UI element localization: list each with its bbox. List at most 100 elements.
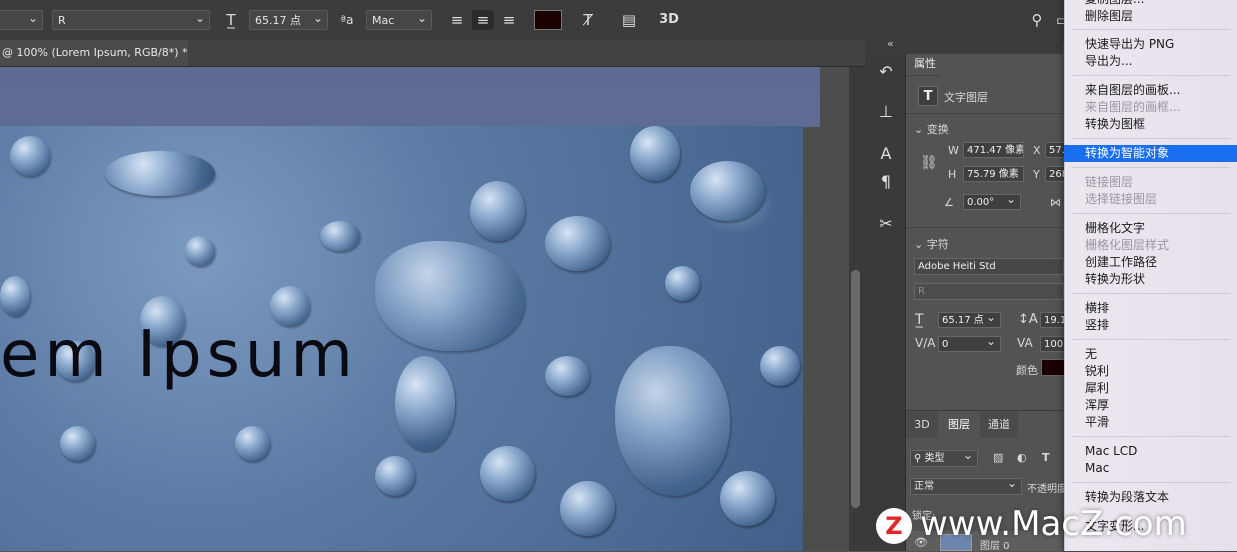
stamp-icon[interactable]: ⊥ [876,102,896,122]
menu-item-create-work-path[interactable]: 创建工作路径 [1085,254,1157,271]
menu-item-aa-crisp[interactable]: 犀利 [1085,380,1109,397]
warp-text-icon[interactable]: Ⱦ [577,10,599,30]
menu-item-aa-none[interactable]: 无 [1085,346,1097,363]
blend-mode-select[interactable]: 正常 [910,478,1022,495]
flip-icon[interactable]: ⋈ [1050,196,1061,209]
size-value: 65.17 点 [942,315,984,326]
font-size-icon: T̲ [226,11,236,29]
size-icon: T̲ [915,312,924,328]
font-style-field[interactable]: R [914,283,1064,300]
menu-item-horizontal[interactable]: 横排 [1085,300,1109,317]
watermark: Z www.MacZ.com [876,502,1237,551]
tab-properties[interactable]: 属性 [906,54,940,76]
size-field[interactable]: 65.17 点 [938,312,1001,328]
menu-item-aa-smooth[interactable]: 平滑 [1085,414,1109,431]
font-size-value: 65.17 点 [255,14,301,27]
menu-item-select-linked-layers: 选择链接图层 [1085,192,1158,206]
canvas-image-top [0,67,820,127]
character-color-swatch[interactable] [1041,359,1065,376]
character-icon[interactable]: A [876,144,896,164]
menu-item-quick-export-png[interactable]: 快速导出为 PNG [1085,36,1174,53]
antialias-select[interactable]: Mac [366,8,432,30]
antialias-icon: ªa [340,13,354,27]
character-title: 字符 [926,238,949,251]
menu-item-convert-to-shape[interactable]: 转换为形状 [1085,271,1145,288]
type-filter-icon[interactable]: T [1042,451,1050,464]
menu-item-aa-sharp[interactable]: 锐利 [1085,363,1109,380]
angle-field[interactable]: 0.00° [963,194,1021,210]
layer-filter-select[interactable]: ⚲ 类型 [910,450,978,467]
vertical-scroll-thumb[interactable] [851,270,860,508]
text-color-swatch[interactable] [534,10,562,30]
menu-item-delete-layer[interactable]: 删除图层 [1085,8,1133,25]
font-style-select[interactable]: R [52,8,210,30]
tracking-field[interactable]: 100 [1040,336,1065,352]
collapse-icon[interactable]: « [887,37,894,50]
link-icon[interactable]: ⛓ [920,155,938,171]
menu-item-frame-from-layers: 来自图层的画框... [1085,100,1181,114]
image-filter-icon[interactable]: ▨ [993,451,1003,464]
font-family-select[interactable] [0,8,43,30]
history-icon[interactable]: ↶ [876,62,896,82]
kerning-value: 0 [942,339,949,350]
layer-filter-value: 类型 [924,453,945,464]
paragraph-icon[interactable]: ¶ [876,172,896,192]
align-left-icon[interactable]: ≡ [446,10,468,30]
font-size-field[interactable]: 65.17 点 [249,8,328,30]
x-field[interactable]: 57.0 [1045,142,1065,158]
align-center-icon[interactable]: ≡ [472,10,494,30]
kerning-field[interactable]: 0 [938,336,1001,352]
menu-item-artboard-from-layers[interactable]: 来自图层的画板... [1085,82,1180,99]
width-field[interactable]: 471.47 像素 [963,142,1024,158]
character-panel-icon[interactable]: ▤ [618,10,640,30]
canvas-text-layer[interactable]: em Ipsum [0,318,358,392]
y-field[interactable]: 268 [1045,166,1065,182]
tab-channels[interactable]: 通道 [980,412,1018,438]
kerning-icon: V/A [915,336,936,350]
document-tab[interactable]: @ 100% (Lorem Ipsum, RGB/8*) * [0,40,188,66]
options-bar: R T̲ 65.17 点 ªa Mac ≡ ≡ ≡ Ⱦ ▤ 3D ⚲ ▭ [0,0,1237,41]
watermark-logo: Z [876,508,912,544]
menu-item-link-layers: 链接图层 [1085,175,1134,189]
angle-icon: ∠ [944,196,954,209]
w-label: W [948,144,959,157]
blend-mode-value: 正常 [914,481,934,492]
properties-panel [906,54,1063,409]
tab-layers[interactable]: 图层 [940,412,978,438]
panel-icon-strip [865,54,906,551]
angle-value: 0.00° [967,197,995,208]
search-icon[interactable]: ⚲ [1026,10,1048,30]
leading-field[interactable]: 19.1 [1040,312,1065,328]
menu-item-export-as[interactable]: 导出为... [1085,53,1132,70]
x-label: X [1033,144,1041,157]
opacity-label: 不透明度 [1027,484,1067,495]
menu-item-vertical[interactable]: 竖排 [1085,317,1109,334]
watermark-text: www.MacZ.com [920,504,1187,544]
tools-icon[interactable]: ✂ [876,214,896,234]
3d-button[interactable]: 3D [658,10,680,30]
h-label: H [948,168,957,181]
align-right-icon[interactable]: ≡ [498,10,520,30]
font-family-field[interactable]: Adobe Heiti Std [914,258,1064,275]
transform-header[interactable]: ⌄ 变换 [914,121,949,137]
menu-item-mac-lcd[interactable]: Mac LCD [1085,443,1137,460]
menu-item-mac[interactable]: Mac [1085,460,1109,477]
menu-item-aa-strong[interactable]: 浑厚 [1085,397,1109,414]
panel-collapse-bar[interactable]: « [865,37,1063,54]
layer-kind-label: 文字图层 [944,91,988,104]
character-header[interactable]: ⌄ 字符 [914,236,949,252]
tab-3d[interactable]: 3D [906,412,938,438]
height-field[interactable]: 75.79 像素 [963,166,1024,182]
tracking-icon: VA [1017,336,1033,350]
menu-item-rasterize-type[interactable]: 栅格化文字 [1085,220,1145,237]
y-label: Y [1033,168,1040,181]
color-label: 颜色 [1016,364,1038,377]
font-style-value: R [58,14,66,27]
menu-item-rasterize-layer-style: 栅格化图层样式 [1085,238,1170,252]
menu-item-duplicate-layer[interactable]: 复制图层... [1085,0,1144,8]
menu-item-convert-to-frame[interactable]: 转换为图框 [1085,116,1145,133]
menu-item-convert-to-smart-object[interactable]: 转换为智能对象 [1064,145,1237,162]
transform-title: 变换 [926,123,949,136]
leading-icon: ↕A [1018,312,1038,327]
adjustment-filter-icon[interactable]: ◐ [1017,451,1027,464]
